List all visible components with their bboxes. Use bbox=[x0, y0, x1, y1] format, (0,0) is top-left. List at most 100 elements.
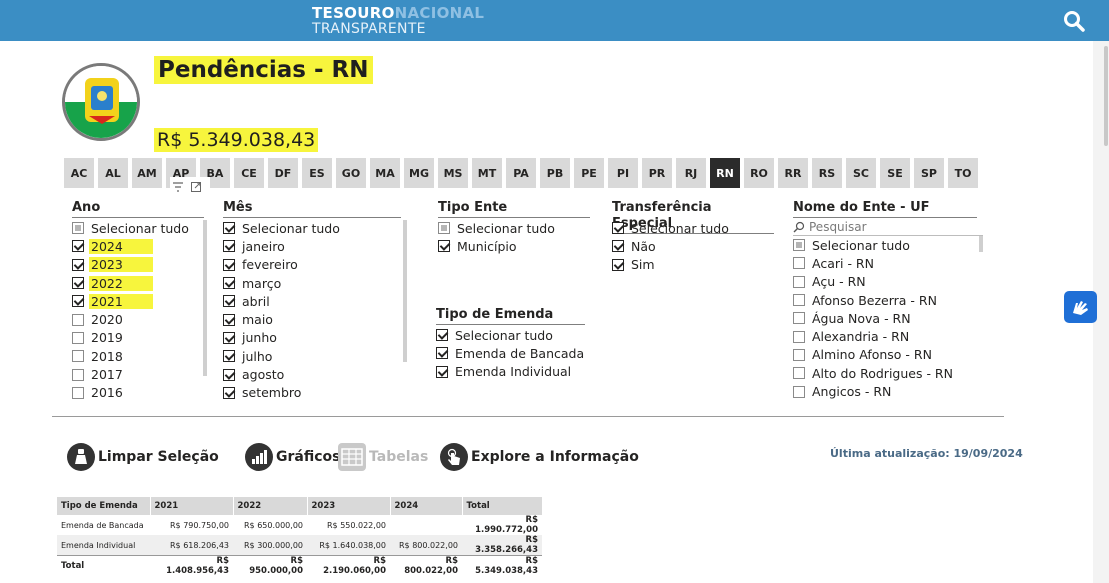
slicer-option-2016[interactable]: 2016 bbox=[72, 384, 202, 399]
uf-button-ms[interactable]: MS bbox=[438, 158, 468, 188]
checkbox[interactable] bbox=[72, 331, 84, 344]
slicer-option-sim[interactable]: Sim bbox=[612, 256, 772, 274]
checkbox[interactable] bbox=[793, 312, 805, 325]
uf-button-rj[interactable]: RJ bbox=[676, 158, 706, 188]
checkbox[interactable] bbox=[223, 331, 235, 344]
checkbox[interactable] bbox=[223, 240, 235, 253]
slicer-option-maio[interactable]: maio bbox=[223, 310, 398, 328]
uf-button-pb[interactable]: PB bbox=[540, 158, 570, 188]
uf-button-rs[interactable]: RS bbox=[812, 158, 842, 188]
uf-button-rr[interactable]: RR bbox=[778, 158, 808, 188]
checkbox[interactable] bbox=[793, 257, 805, 270]
checkbox[interactable] bbox=[223, 350, 235, 363]
slicer-option-julho[interactable]: julho bbox=[223, 347, 398, 365]
slicer-option-emenda-de-bancada[interactable]: Emenda de Bancada bbox=[436, 344, 596, 362]
checkbox[interactable] bbox=[72, 350, 84, 363]
clear-selection-button[interactable]: Limpar Seleção bbox=[67, 443, 219, 471]
slicer-option-nao[interactable]: Não bbox=[612, 237, 772, 255]
checkbox[interactable] bbox=[793, 367, 805, 380]
uf-button-ro[interactable]: RO bbox=[744, 158, 774, 188]
slicer-search-field[interactable]: Pesquisar bbox=[793, 219, 983, 236]
checkbox[interactable] bbox=[72, 240, 84, 253]
column-header-2021[interactable]: 2021 bbox=[150, 497, 234, 515]
checkbox[interactable] bbox=[438, 240, 450, 253]
slicer-option-alto-do-rodrigues-rn[interactable]: Alto do Rodrigues - RN bbox=[793, 364, 978, 382]
slicer-option-selecionar-tudo[interactable]: Selecionar tudo bbox=[436, 326, 596, 344]
uf-button-pr[interactable]: PR bbox=[642, 158, 672, 188]
slicer-option-alexandria-rn[interactable]: Alexandria - RN bbox=[793, 327, 978, 345]
checkbox[interactable] bbox=[436, 329, 448, 342]
uf-button-mt[interactable]: MT bbox=[472, 158, 502, 188]
slicer-option-municipio[interactable]: Município bbox=[438, 237, 590, 255]
checkbox[interactable] bbox=[793, 239, 805, 252]
slicer-option-afonso-bezerra-rn[interactable]: Afonso Bezerra - RN bbox=[793, 291, 978, 309]
charts-button[interactable]: Gráficos bbox=[245, 443, 340, 471]
checkbox[interactable] bbox=[793, 385, 805, 398]
slicer-option-selecionar-tudo[interactable]: Selecionar tudo bbox=[793, 236, 978, 254]
tables-button[interactable]: Tabelas bbox=[338, 443, 428, 471]
checkbox[interactable] bbox=[72, 368, 84, 381]
checkbox[interactable] bbox=[72, 386, 84, 399]
column-header-total[interactable]: Total bbox=[462, 497, 543, 515]
uf-button-mg[interactable]: MG bbox=[404, 158, 434, 188]
slicer-option-angicos-rn[interactable]: Angicos - RN bbox=[793, 382, 978, 399]
slicer-option-2021[interactable]: 2021 bbox=[72, 292, 202, 310]
slicer-option-almino-afonso-rn[interactable]: Almino Afonso - RN bbox=[793, 346, 978, 364]
slicer-option-2017[interactable]: 2017 bbox=[72, 365, 202, 383]
uf-button-ce[interactable]: CE bbox=[234, 158, 264, 188]
slicer-option-abril[interactable]: abril bbox=[223, 292, 398, 310]
slicer-option-2023[interactable]: 2023 bbox=[72, 256, 202, 274]
slicer-option-2024[interactable]: 2024 bbox=[72, 237, 202, 255]
uf-button-pa[interactable]: PA bbox=[506, 158, 536, 188]
checkbox[interactable] bbox=[223, 313, 235, 326]
checkbox[interactable] bbox=[223, 277, 235, 290]
slicer-option-fevereiro[interactable]: fevereiro bbox=[223, 256, 398, 274]
slicer-option-2018[interactable]: 2018 bbox=[72, 347, 202, 365]
checkbox[interactable] bbox=[612, 240, 624, 253]
slicer-option-selecionar-tudo[interactable]: Selecionar tudo bbox=[72, 219, 202, 237]
accessibility-button[interactable] bbox=[1064, 291, 1097, 323]
checkbox[interactable] bbox=[438, 222, 450, 235]
column-header-2023[interactable]: 2023 bbox=[307, 497, 391, 515]
slicer-option-acu-rn[interactable]: Açu - RN bbox=[793, 273, 978, 291]
checkbox[interactable] bbox=[72, 313, 84, 326]
checkbox[interactable] bbox=[223, 368, 235, 381]
uf-button-sc[interactable]: SC bbox=[846, 158, 876, 188]
slicer-option-acari-rn[interactable]: Acari - RN bbox=[793, 254, 978, 272]
slicer-option-2020[interactable]: 2020 bbox=[72, 310, 202, 328]
slicer-nome-ente-scrollbar[interactable] bbox=[979, 236, 983, 252]
uf-button-to[interactable]: TO bbox=[948, 158, 978, 188]
column-header-2024[interactable]: 2024 bbox=[390, 497, 463, 515]
checkbox[interactable] bbox=[223, 258, 235, 271]
uf-button-df[interactable]: DF bbox=[268, 158, 298, 188]
slicer-option-junho[interactable]: junho bbox=[223, 329, 398, 347]
uf-button-al[interactable]: AL bbox=[98, 158, 128, 188]
slicer-mes-scrollbar[interactable] bbox=[403, 220, 407, 362]
brand-logo[interactable]: TESOURONACIONAL TRANSPARENTE bbox=[312, 6, 484, 37]
slicer-option-marco[interactable]: março bbox=[223, 274, 398, 292]
checkbox[interactable] bbox=[72, 258, 84, 271]
checkbox[interactable] bbox=[793, 330, 805, 343]
checkbox[interactable] bbox=[72, 277, 84, 290]
column-header-tipo-de-emenda[interactable]: Tipo de Emenda bbox=[57, 497, 151, 515]
uf-button-sp[interactable]: SP bbox=[914, 158, 944, 188]
checkbox[interactable] bbox=[223, 386, 235, 399]
slicer-option-selecionar-tudo[interactable]: Selecionar tudo bbox=[438, 219, 590, 237]
checkbox[interactable] bbox=[436, 365, 448, 378]
focus-mode-icon[interactable] bbox=[191, 177, 201, 192]
slicer-option-2022[interactable]: 2022 bbox=[72, 274, 202, 292]
explore-information-button[interactable]: Explore a Informação bbox=[440, 443, 639, 471]
checkbox[interactable] bbox=[793, 275, 805, 288]
slicer-option-agua-nova-rn[interactable]: Água Nova - RN bbox=[793, 309, 978, 327]
slicer-option-selecionar-tudo[interactable]: Selecionar tudo bbox=[612, 219, 772, 237]
checkbox[interactable] bbox=[793, 348, 805, 361]
uf-button-pe[interactable]: PE bbox=[574, 158, 604, 188]
checkbox[interactable] bbox=[72, 222, 84, 235]
uf-button-se[interactable]: SE bbox=[880, 158, 910, 188]
slicer-option-janeiro[interactable]: janeiro bbox=[223, 237, 398, 255]
uf-button-ma[interactable]: MA bbox=[370, 158, 400, 188]
slicer-ano-scrollbar[interactable] bbox=[203, 220, 207, 376]
uf-button-go[interactable]: GO bbox=[336, 158, 366, 188]
column-header-2022[interactable]: 2022 bbox=[233, 497, 308, 515]
checkbox[interactable] bbox=[223, 295, 235, 308]
